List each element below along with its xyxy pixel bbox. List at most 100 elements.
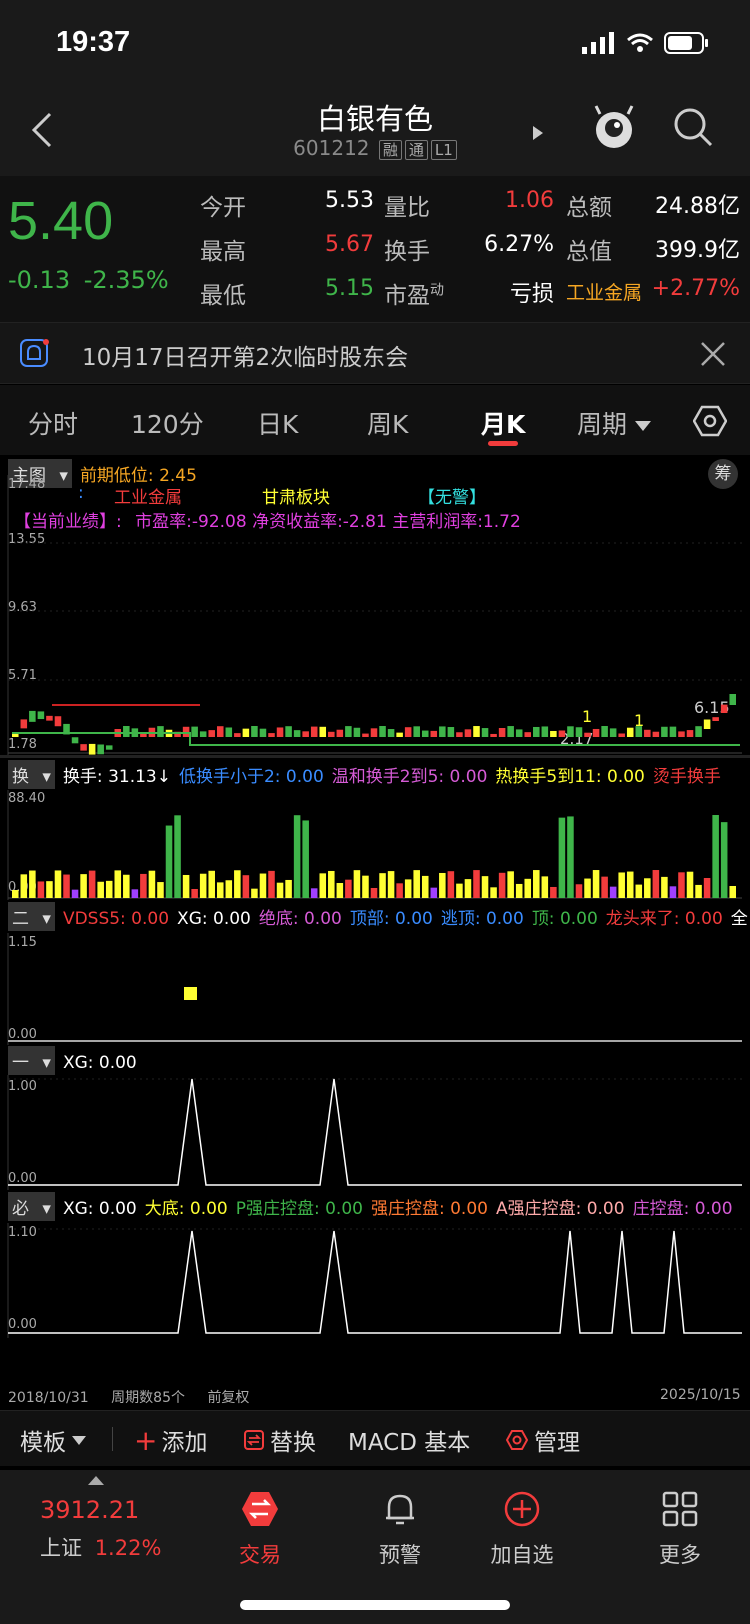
candle xyxy=(191,726,198,737)
candle xyxy=(29,710,36,722)
turnover-bar xyxy=(302,820,309,898)
panel2-signal-square xyxy=(184,987,197,1000)
turnover-bar xyxy=(592,870,600,898)
panel4-item-1: 大底: 0.00 xyxy=(144,1199,228,1219)
nav-add-watchlist-label: 加自选 xyxy=(490,1543,554,1567)
manage-button[interactable]: 管理 xyxy=(506,1423,580,1457)
index-name: 上证 xyxy=(40,1536,82,1560)
tab-day-k[interactable]: 日K xyxy=(257,405,298,441)
quote-panel: 5.40 -0.13 -2.35% 今开 5.53 最高 5.67 最低 5.1… xyxy=(0,176,750,322)
change-percent: -2.35% xyxy=(83,266,169,294)
turnover-bar xyxy=(71,889,79,898)
status-time: 19:37 xyxy=(56,26,131,58)
candle xyxy=(456,732,463,737)
nav-more[interactable]: 更多 xyxy=(620,1490,740,1569)
panel2-item-5: 顶: 0.00 xyxy=(531,909,598,929)
turnover-bar xyxy=(251,888,258,898)
vol-ratio-label: 量比 xyxy=(384,195,430,221)
candle xyxy=(12,734,19,737)
turnover-bar xyxy=(157,882,164,898)
nav-trade[interactable]: 交易 xyxy=(200,1490,320,1569)
turnover-label: 换手 xyxy=(384,239,430,265)
tab-month-k[interactable]: 月K xyxy=(481,405,525,441)
candle xyxy=(720,704,728,713)
panel4-chart[interactable] xyxy=(0,1223,750,1338)
turnover-bar xyxy=(191,888,198,898)
caret-up-icon[interactable] xyxy=(88,1476,104,1485)
candle xyxy=(293,730,301,737)
turnover-bar xyxy=(703,878,711,898)
panel2-chart[interactable] xyxy=(0,933,750,1045)
candle xyxy=(439,726,446,737)
add-indicator-button[interactable]: + 添加 xyxy=(134,1423,207,1457)
candlestick-chart[interactable] xyxy=(0,475,750,755)
index-line[interactable]: 上证 1.22% xyxy=(40,1532,161,1562)
change-value: -0.13 xyxy=(8,266,71,294)
turnover-bar xyxy=(165,825,173,898)
candle xyxy=(421,730,429,737)
template-button[interactable]: 模板 xyxy=(20,1423,86,1457)
candle xyxy=(328,731,335,737)
turnover-bar xyxy=(319,873,327,898)
turnover-bar xyxy=(609,886,617,898)
nav-add-watchlist[interactable]: 加自选 xyxy=(462,1490,582,1569)
replace-button[interactable]: 替换 xyxy=(244,1423,316,1457)
stock-code-line: 601212 融通 L1 xyxy=(0,136,750,160)
close-icon[interactable] xyxy=(700,341,726,367)
turnover-bar xyxy=(729,885,736,898)
settings-hexagon-icon[interactable] xyxy=(693,404,727,438)
pe-value: 亏损 xyxy=(509,282,554,307)
candle xyxy=(370,728,378,737)
search-icon[interactable] xyxy=(672,106,714,148)
turnover-bar xyxy=(635,884,643,898)
nav-alert[interactable]: 预警 xyxy=(340,1490,460,1569)
chart-area[interactable]: 主图 ▾ 前期低位: 2.45 筹 : 工业金属 甘肃板块 【无警】 【当前业绩】… xyxy=(0,455,750,1410)
turnover-bar xyxy=(105,880,113,898)
candle xyxy=(729,694,736,705)
turnover-bar xyxy=(353,870,361,898)
sector-name[interactable]: 工业金属 xyxy=(566,278,642,305)
tab-week-k[interactable]: 周K xyxy=(367,405,408,441)
tab-intraday[interactable]: 分时 xyxy=(28,405,78,441)
turnover-bar xyxy=(626,871,634,898)
candle xyxy=(575,727,583,737)
turnover-bar xyxy=(456,883,463,898)
candle xyxy=(592,728,600,737)
candle xyxy=(353,727,361,737)
turnover-item-4: 烫手换手 xyxy=(652,767,721,787)
panel2-item-3: 顶部: 0.00 xyxy=(349,909,433,929)
panel3-selector[interactable]: 一 ▾ xyxy=(8,1046,55,1075)
tab-120min[interactable]: 120分 xyxy=(131,405,204,441)
turnover-bar-chart[interactable] xyxy=(0,790,750,900)
mascot-icon[interactable] xyxy=(592,104,636,152)
turnover-bar xyxy=(80,874,87,898)
candle xyxy=(182,726,190,737)
candle xyxy=(661,726,668,737)
turnover-bar xyxy=(140,873,147,898)
turnover-selector-label: 换 xyxy=(12,767,29,787)
notice-text[interactable]: 10月17日召开第2次临时股东会 xyxy=(82,338,408,372)
candle xyxy=(626,727,634,737)
tab-period[interactable]: 周期 xyxy=(577,405,651,441)
sector-percent[interactable]: +2.77% xyxy=(648,276,740,301)
x-axis-footer: 2018/10/31 周期数85个 前复权 xyxy=(8,1387,249,1407)
macd-basic-button[interactable]: MACD 基本 xyxy=(348,1423,470,1457)
turnover-bar xyxy=(652,870,660,898)
candle xyxy=(498,728,506,737)
panel3-chart[interactable] xyxy=(0,1075,750,1190)
replace-label: 替换 xyxy=(270,1430,316,1456)
candle xyxy=(123,726,130,737)
home-indicator[interactable] xyxy=(240,1600,510,1610)
play-triangle-icon[interactable] xyxy=(533,126,543,140)
turnover-bar xyxy=(507,871,514,898)
caret-down-icon xyxy=(634,421,651,431)
notice-bar[interactable]: 10月17日召开第2次临时股东会 xyxy=(0,322,750,384)
turnover-selector[interactable]: 换 ▾ xyxy=(8,760,55,789)
candle xyxy=(550,730,557,737)
index-value[interactable]: 3912.21 xyxy=(40,1496,139,1524)
turnover-bar xyxy=(524,878,532,898)
panel4-selector[interactable]: 必 ▾ xyxy=(8,1192,55,1221)
turnover-bar xyxy=(669,886,677,898)
turnover-bar xyxy=(473,870,480,898)
panel2-selector[interactable]: 二 ▾ xyxy=(8,902,55,931)
